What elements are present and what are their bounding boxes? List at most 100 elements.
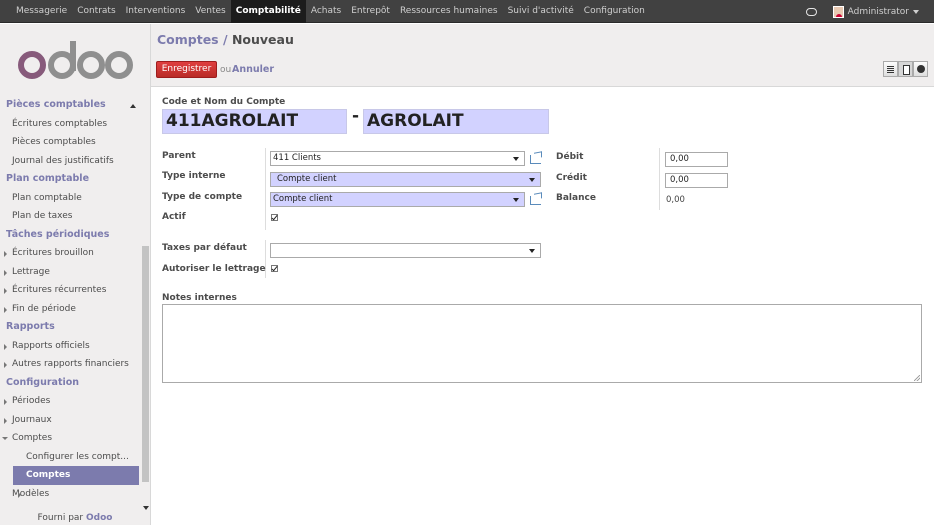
menu-interventions[interactable]: Interventions (121, 0, 191, 23)
view-switcher (883, 61, 928, 77)
scroll-up-icon[interactable] (130, 104, 136, 108)
caret-right-icon (4, 288, 7, 294)
sidebar-section-pieces-comptables[interactable]: Pièces comptables (0, 96, 141, 115)
chevron-down-icon[interactable] (913, 9, 919, 14)
active-checkbox[interactable] (271, 214, 278, 221)
list-view-icon[interactable] (883, 61, 898, 77)
sidebar-item-configurer-comptes[interactable]: Configurer les compt... (0, 448, 141, 467)
debit-input[interactable]: 0,00 (665, 152, 728, 167)
account-name-input[interactable]: AGROLAIT (363, 109, 549, 134)
breadcrumb-current: Nouveau (231, 32, 294, 47)
menu-comptabilite[interactable]: Comptabilité (230, 0, 306, 23)
account-form: Code et Nom du Compte 411AGROLAIT - AGRO… (151, 88, 934, 525)
account-type-label: Type de compte (162, 192, 243, 202)
sidebar-item-plan-taxes[interactable]: Plan de taxes (0, 207, 141, 226)
active-label: Actif (162, 212, 186, 222)
caret-right-icon (4, 417, 7, 424)
debit-label: Débit (556, 152, 584, 162)
powered-by-brand[interactable]: Odoo (86, 513, 112, 523)
sidebar-item-comptes-group[interactable]: Comptes (0, 429, 141, 448)
or-label: ou (220, 65, 232, 75)
credit-input[interactable]: 0,00 (665, 173, 728, 188)
credit-label: Crédit (556, 173, 587, 183)
sidebar-item-journal-justificatifs[interactable]: Journal des justificatifs (0, 152, 141, 171)
powered-by: Fourni par Odoo (0, 513, 150, 523)
sidebar-section-configuration[interactable]: Configuration (0, 374, 141, 393)
external-link-icon[interactable] (530, 155, 541, 164)
top-menu: Messagerie Contrats Interventions Ventes… (11, 0, 650, 23)
sidebar-scrollbar[interactable] (141, 96, 150, 514)
menu-configuration[interactable]: Configuration (579, 0, 650, 23)
sidebar-item-ecritures-recurrentes[interactable]: Écritures récurrentes (0, 281, 141, 300)
notes-textarea[interactable] (162, 304, 922, 383)
field-separator (659, 148, 660, 210)
sidebar-item-pieces-comptables[interactable]: Pièces comptables (0, 133, 141, 152)
powered-by-label: Fourni par (37, 513, 84, 523)
breadcrumb-parent[interactable]: Comptes (157, 32, 219, 47)
sidebar-item-ecritures-brouillon[interactable]: Écritures brouillon (0, 244, 141, 263)
odoo-logo[interactable] (18, 41, 133, 81)
sidebar-section-label: Pièces comptables (6, 99, 106, 110)
menu-entrepot[interactable]: Entrepôt (346, 0, 395, 23)
sidebar-item-label: Fin de période (12, 303, 76, 314)
caret-right-icon (4, 362, 7, 368)
account-code-input[interactable]: 411AGROLAIT (162, 109, 347, 134)
dropdown-arrow-icon (529, 178, 535, 182)
user-name[interactable]: Administrator (848, 7, 909, 17)
sidebar-item-ecritures-comptables[interactable]: Écritures comptables (0, 115, 141, 134)
menu-achats[interactable]: Achats (306, 0, 346, 23)
external-link-icon[interactable] (530, 196, 541, 205)
default-taxes-select[interactable] (270, 243, 541, 258)
internal-type-select[interactable]: Compte client (270, 172, 541, 187)
caret-right-icon (4, 399, 7, 405)
sidebar-item-rapports-officiels[interactable]: Rapports officiels (0, 337, 141, 356)
sidebar-scroll-thumb[interactable] (142, 246, 149, 482)
parent-select[interactable]: 411 Clients (270, 151, 525, 166)
sidebar-item-comptes-selected[interactable]: Comptes (13, 466, 139, 485)
parent-label: Parent (162, 151, 196, 161)
dropdown-arrow-icon (529, 249, 535, 253)
sidebar-item-periodes[interactable]: Périodes (0, 392, 141, 411)
menu-contrats[interactable]: Contrats (72, 0, 120, 23)
sidebar-item-fin-periode[interactable]: Fin de période (0, 300, 141, 319)
avatar[interactable] (832, 5, 844, 18)
form-view-icon[interactable] (898, 61, 913, 77)
parent-value: 411 Clients (273, 153, 321, 163)
caret-down-icon (2, 437, 8, 440)
cancel-link[interactable]: Annuler (232, 64, 274, 75)
sidebar-item-lettrage[interactable]: Lettrage (0, 263, 141, 282)
internal-type-label: Type interne (162, 171, 226, 181)
menu-ventes[interactable]: Ventes (190, 0, 230, 23)
sidebar-item-label: Écritures brouillon (12, 248, 94, 258)
sidebar-section-plan-comptable[interactable]: Plan comptable (0, 170, 141, 189)
menu-suivi-activite[interactable]: Suivi d'activité (503, 0, 579, 23)
account-type-select[interactable]: Compte client (270, 192, 525, 207)
sidebar-item-autres-rapports[interactable]: Autres rapports financiers (0, 355, 141, 374)
allow-reconcile-label: Autoriser le lettrage (162, 264, 266, 274)
sidebar-nav: Pièces comptables Écritures comptables P… (0, 96, 141, 518)
sidebar-section-rapports[interactable]: Rapports (0, 318, 141, 337)
form-header: Comptes / Nouveau Enregistrer ou Annuler (151, 24, 934, 87)
balance-label: Balance (556, 193, 596, 203)
code-name-label: Code et Nom du Compte (162, 97, 286, 107)
allow-reconcile-checkbox[interactable] (271, 265, 278, 272)
menu-messagerie[interactable]: Messagerie (11, 0, 72, 23)
sidebar-item-label: Lettrage (12, 266, 50, 277)
breadcrumb-separator: / (223, 32, 228, 47)
dropdown-arrow-icon (513, 157, 519, 161)
sidebar-item-label: Comptes (12, 433, 53, 443)
scroll-down-icon[interactable] (143, 506, 149, 510)
sidebar-item-journaux[interactable]: Journaux (0, 411, 141, 430)
top-navbar: Messagerie Contrats Interventions Ventes… (0, 0, 934, 23)
sidebar-item-modeles[interactable]: Modèles (0, 485, 141, 504)
save-button[interactable]: Enregistrer (156, 61, 217, 78)
chat-icon[interactable] (805, 7, 819, 17)
sidebar-item-plan-comptable[interactable]: Plan comptable (0, 189, 141, 208)
resize-grip-icon[interactable] (914, 375, 920, 381)
caret-right-icon (4, 343, 7, 350)
sidebar-item-label: Rapports officiels (12, 340, 90, 351)
sidebar-section-taches-periodiques[interactable]: Tâches périodiques (0, 226, 141, 245)
graph-view-icon[interactable] (913, 61, 928, 77)
menu-ressources-humaines[interactable]: Ressources humaines (395, 0, 503, 23)
sidebar-item-label: Écritures récurrentes (12, 285, 107, 295)
